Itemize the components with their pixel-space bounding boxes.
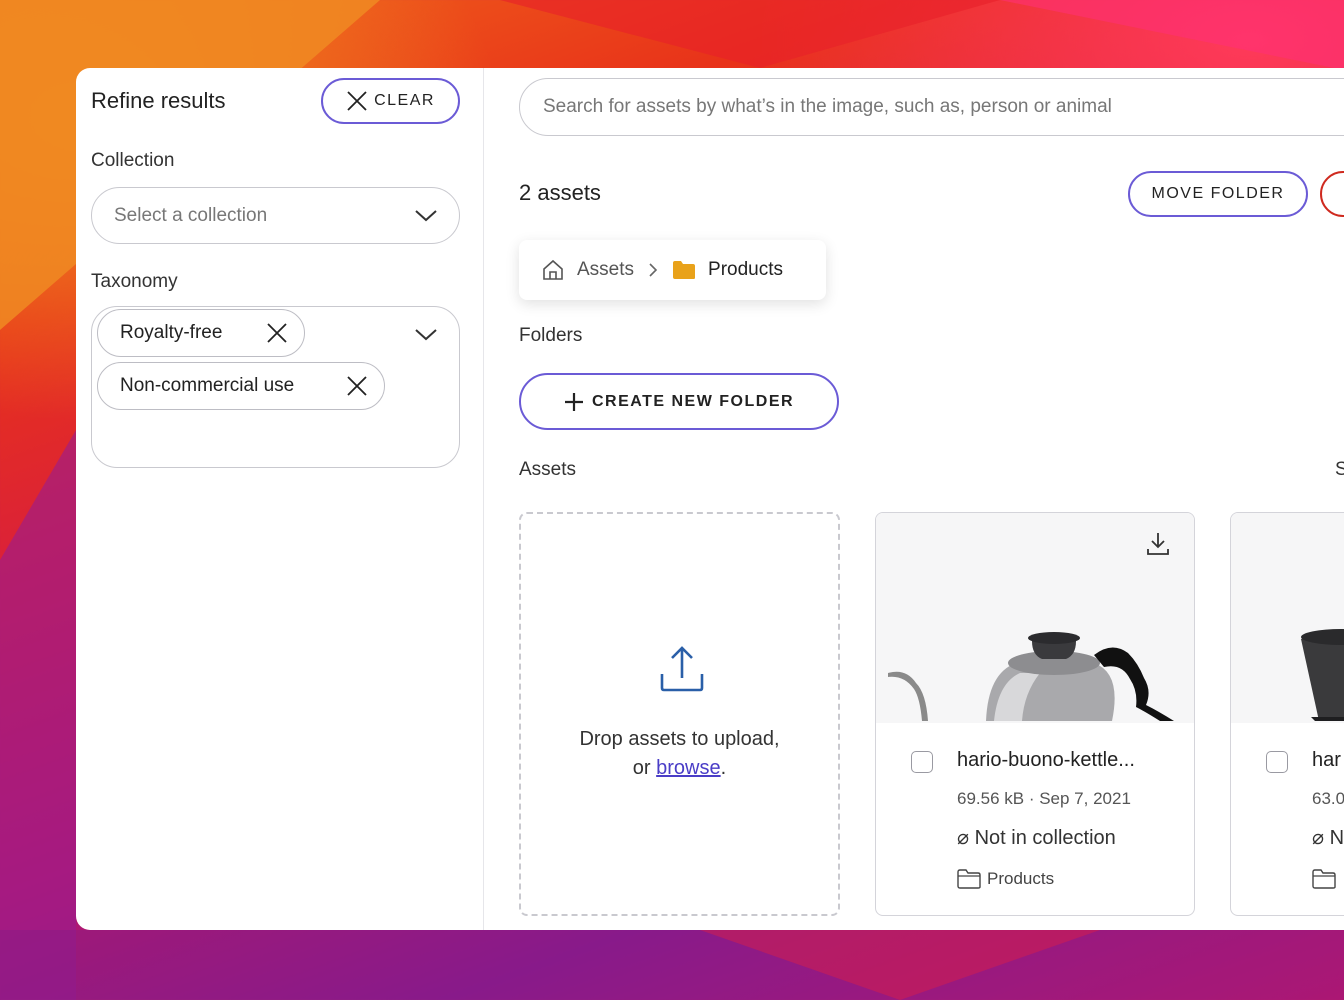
remove-chip-icon[interactable] [346, 375, 368, 397]
drop-browse-line: or browse. [521, 757, 838, 780]
upload-icon [660, 646, 704, 692]
asset-collection-status: ⌀ N [1312, 827, 1344, 849]
taxonomy-label: Taxonomy [91, 271, 178, 292]
folders-heading: Folders [519, 325, 583, 346]
folder-icon [673, 261, 696, 279]
asset-select-checkbox[interactable] [1266, 751, 1288, 773]
asset-card[interactable]: hario-buono-kettle... 69.56 kB · Sep 7, … [875, 512, 1195, 916]
folder-outline-icon [1312, 869, 1336, 889]
taxonomy-chip[interactable]: Royalty-free [97, 309, 305, 357]
search-input[interactable]: Search for assets by what’s in the image… [519, 78, 1344, 136]
asset-folder [1312, 869, 1336, 889]
move-folder-label: MOVE FOLDER [1151, 185, 1285, 202]
breadcrumb-current: Products [708, 259, 784, 280]
asset-meta: 69.56 kB · Sep 7, 2021 [957, 789, 1131, 808]
main-content: Search for assets by what’s in the image… [484, 68, 1344, 930]
drop-text: Drop assets to upload, [579, 728, 780, 750]
coffee-dripper-image [1301, 629, 1344, 721]
chevron-right-icon [649, 263, 658, 277]
asset-card[interactable]: har 63.0 ⌀ N [1230, 512, 1344, 916]
clear-button-label: CLEAR [374, 92, 435, 109]
collection-select-value: Select a collection [114, 204, 268, 226]
filter-sidebar: Refine results CLEAR Collection Select a… [76, 68, 484, 930]
taxonomy-multiselect[interactable]: Royalty-free Non-commercial use [91, 306, 460, 468]
download-icon[interactable] [1146, 531, 1170, 557]
breadcrumb-root[interactable]: Assets [577, 259, 634, 281]
taxonomy-chip[interactable]: Non-commercial use [97, 362, 385, 410]
plus-icon [564, 392, 583, 411]
chip-label: Royalty-free [120, 322, 223, 343]
sidebar-title: Refine results [91, 88, 226, 113]
remove-chip-icon[interactable] [266, 322, 288, 344]
asset-folder: Products [957, 869, 1054, 889]
asset-filename[interactable]: hario-buono-kettle... [957, 749, 1135, 772]
chevron-down-icon [415, 209, 437, 221]
folder-outline-icon [957, 869, 981, 889]
chip-label: Non-commercial use [120, 375, 295, 396]
asset-thumbnail[interactable] [876, 513, 1194, 723]
search-placeholder: Search for assets by what’s in the image… [543, 96, 1112, 117]
browse-link[interactable]: browse [656, 757, 720, 779]
asset-count: 2 assets [519, 180, 601, 205]
chevron-down-icon[interactable] [415, 329, 437, 341]
drop-or: or [632, 757, 657, 779]
asset-folder-name: Products [987, 869, 1055, 888]
breadcrumb: Assets Products [519, 240, 826, 300]
drop-period: . [720, 757, 727, 779]
clear-button[interactable]: CLEAR [321, 78, 460, 124]
asset-collection-status: ⌀ Not in collection [957, 827, 1116, 849]
create-new-folder-button[interactable]: CREATE NEW FOLDER [519, 373, 839, 430]
asset-filename[interactable]: har [1312, 749, 1341, 772]
collection-label: Collection [91, 150, 175, 171]
assets-heading: Assets [519, 459, 577, 480]
asset-meta: 63.0 [1312, 789, 1344, 808]
home-icon[interactable] [541, 258, 565, 282]
delete-folder-button[interactable] [1320, 171, 1344, 217]
sort-label-cut[interactable]: S [1335, 459, 1344, 481]
upload-dropzone[interactable]: Drop assets to upload, or browse. [519, 512, 840, 916]
asset-select-checkbox[interactable] [911, 751, 933, 773]
move-folder-button[interactable]: MOVE FOLDER [1128, 171, 1308, 217]
collection-select[interactable]: Select a collection [91, 187, 460, 244]
close-icon [347, 91, 367, 111]
create-folder-label: CREATE NEW FOLDER [591, 392, 795, 410]
asset-thumbnail[interactable] [1231, 513, 1344, 723]
asset-browser-window: Refine results CLEAR Collection Select a… [76, 68, 1344, 930]
